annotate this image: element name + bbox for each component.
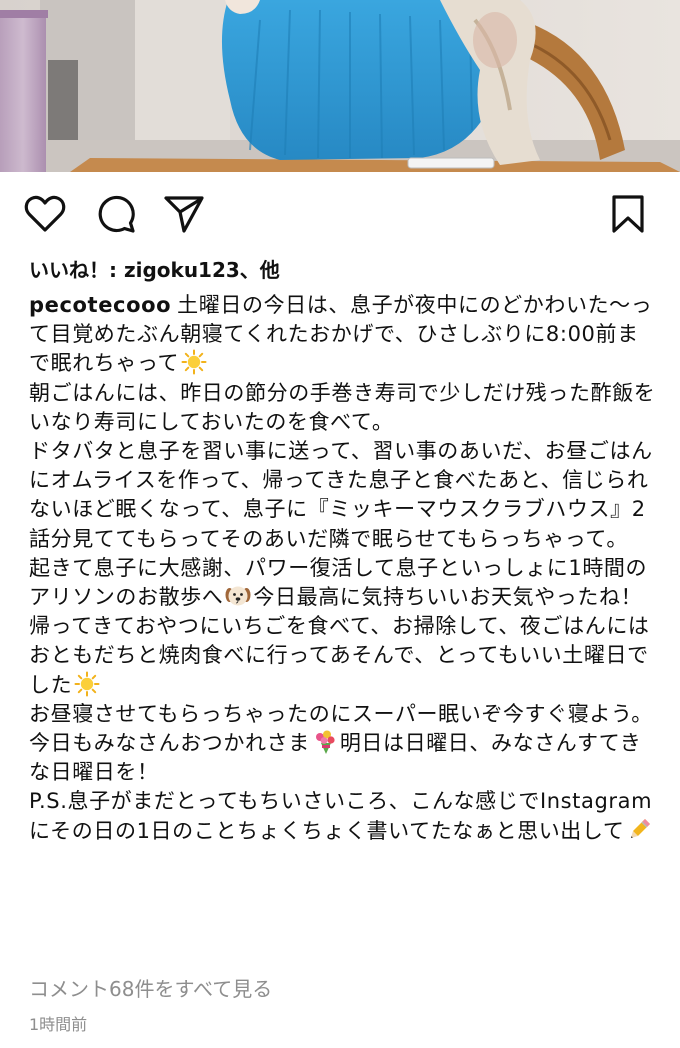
sun-emoji: [181, 349, 207, 375]
caption-paragraph: P.S.息子がまだとってもちいさいころ、こんな感じでInstagramにその日の…: [29, 787, 657, 845]
caption-paragraph: 起きて息子に大感謝、パワー復活して息子といっしょに1時間のアリソンのお散歩へ 今日…: [29, 554, 657, 612]
pencil-emoji: [626, 817, 652, 843]
post-action-bar: [0, 190, 680, 242]
caption-username[interactable]: pecotecooo: [29, 293, 171, 317]
post-timestamp: 1時間前: [29, 1015, 88, 1034]
post-photo[interactable]: [0, 0, 680, 172]
caption-paragraph: 今日もみなさんおつかれさま 明日は日曜日、みなさんすてきな日曜日を！: [29, 729, 657, 787]
post-photo-illustration: [0, 0, 680, 172]
bouquet-emoji: [312, 729, 338, 755]
paper-plane-icon: [164, 196, 204, 233]
comment-button[interactable]: [92, 190, 140, 238]
caption-text: P.S.息子がまだとってもちいさいころ、こんな感じでInstagramにその日の…: [29, 789, 653, 843]
comment-bubble-icon: [98, 195, 135, 233]
caption-paragraph: お昼寝させてもらっちゃったのにスーパー眠いぞ今すぐ寝よう。: [29, 701, 653, 726]
caption-text: 帰ってきておやつにいちごを食べて、お掃除して、夜ごはんにはおともだちと焼肉食べに…: [29, 614, 650, 697]
save-button[interactable]: [604, 190, 652, 238]
caption-paragraph: ドタバタと息子を習い事に送って、習い事のあいだ、お昼ごはんにオムライスを作って、…: [29, 439, 653, 551]
caption-paragraph: 朝ごはんには、昨日の節分の手巻き寿司で少しだけ残った酢飯をいなり寿司にしておいた…: [29, 380, 656, 434]
caption-text: 今日もみなさんおつかれさま: [29, 731, 310, 756]
like-button[interactable]: [21, 190, 69, 238]
caption-paragraph: pecotecooo 土曜日の今日は、息子が夜中にのどかわいた〜って目覚めたぶん朝…: [29, 291, 657, 379]
share-button[interactable]: [160, 190, 208, 238]
caption-paragraph: 帰ってきておやつにいちごを食べて、お掃除して、夜ごはんにはおともだちと焼肉食べに…: [29, 612, 657, 700]
dog-face-emoji: [225, 583, 251, 609]
bookmark-icon: [612, 195, 644, 233]
heart-icon: [24, 195, 66, 232]
caption-text: 今日最高に気持ちいいお天気やったね！: [253, 585, 643, 610]
likes-summary[interactable]: いいね！: zigoku123、他: [29, 255, 280, 285]
post-caption: pecotecooo 土曜日の今日は、息子が夜中にのどかわいた〜って目覚めたぶん朝…: [29, 291, 657, 846]
view-all-comments-link[interactable]: コメント68件をすべて見る: [29, 974, 272, 1004]
sun-emoji: [74, 671, 100, 697]
